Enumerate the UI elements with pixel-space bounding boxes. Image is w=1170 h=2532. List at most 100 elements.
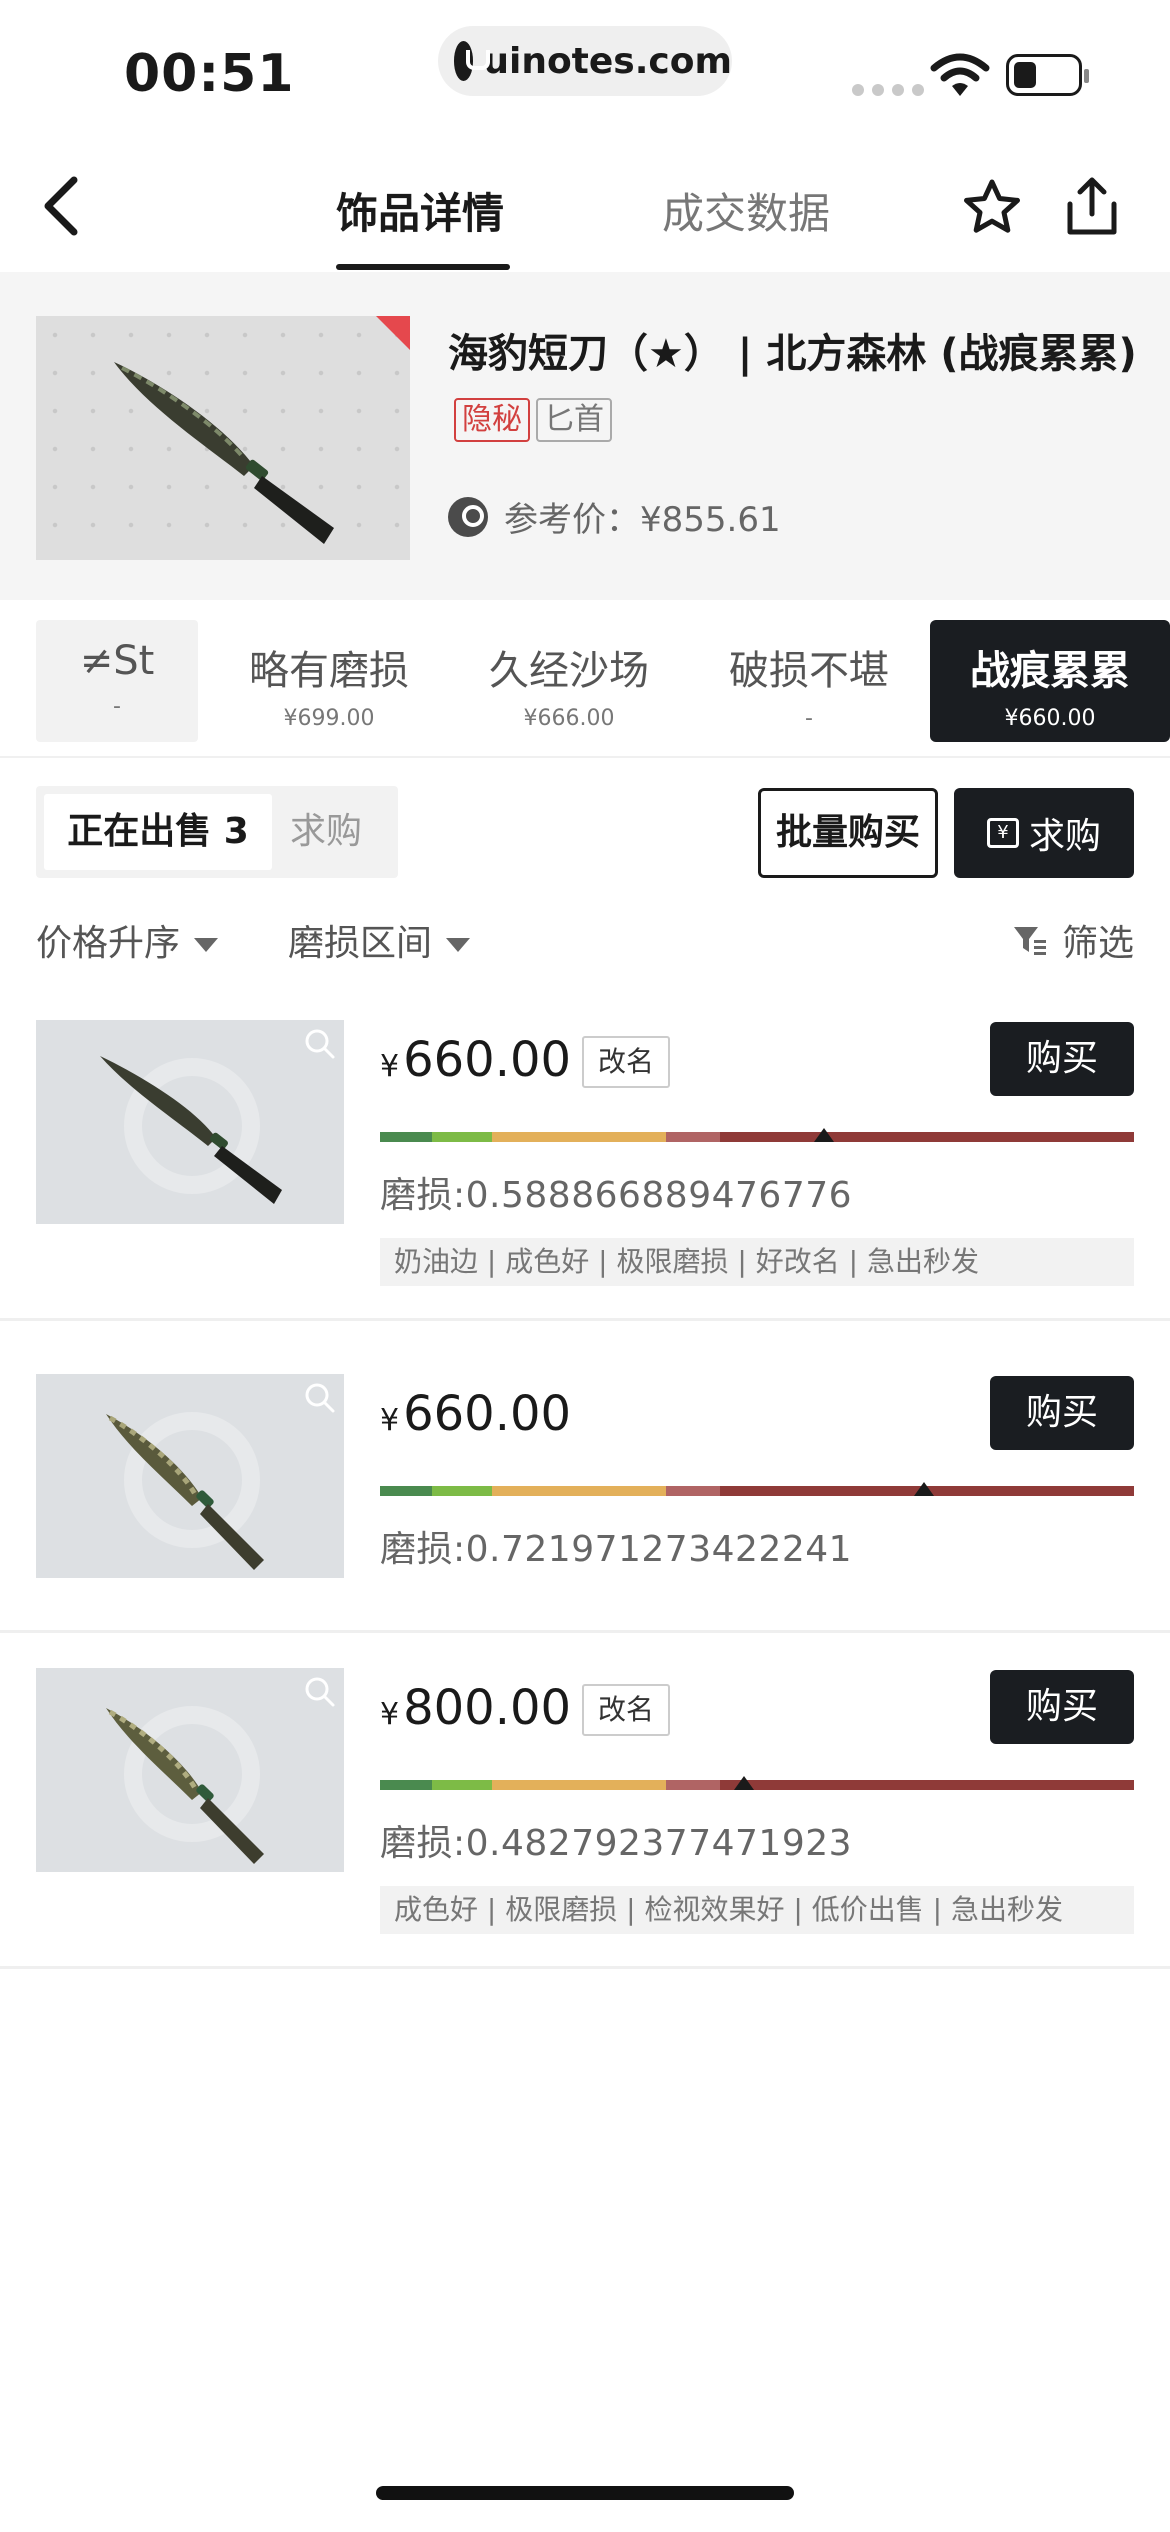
listing-price: ¥800.00 (380, 1680, 571, 1736)
listing-price: ¥660.00 (380, 1032, 571, 1088)
wear-tab-name: 破损不堪 (729, 648, 889, 694)
wear-marker (914, 1482, 935, 1496)
wear-tabs: ≠St - 略有磨损 ¥699.00 久经沙场 ¥666.00 破损不堪 - 战… (0, 616, 1170, 744)
wear-marker (734, 1776, 755, 1790)
top-nav: 饰品详情 成交数据 (0, 140, 1170, 272)
item-header: 海豹短刀（★） | 北方森林 (战痕累累) 隐秘 匕首 参考价：¥855.61 (0, 272, 1170, 600)
status-time: 00:51 (124, 44, 295, 104)
divider (0, 756, 1170, 758)
wear-tab-field-tested[interactable]: 久经沙场 ¥666.00 (468, 620, 670, 742)
favorite-star-icon[interactable] (962, 178, 1022, 238)
wear-bar (380, 1780, 1134, 1790)
divider (0, 1630, 1170, 1633)
reference-price: 参考价：¥855.61 (448, 492, 781, 541)
wear-bar (380, 1486, 1134, 1496)
wear-value: 磨损:0.482792377471923 (380, 1823, 853, 1864)
filter-label: 筛选 (1061, 923, 1134, 964)
knife-image (106, 1414, 264, 1570)
wear-value: 磨损:0.588866889476776 (380, 1175, 853, 1216)
divider (0, 1966, 1170, 1969)
listing-type-toggle: 正在出售 3 求购 (36, 786, 398, 878)
wear-tab-stattrak[interactable]: ≠St - (36, 620, 198, 742)
listing-price-value: 660.00 (403, 1032, 572, 1088)
sort-dropdown[interactable]: 价格升序 (36, 914, 219, 966)
filter-bar: 价格升序 磨损区间 筛选 (36, 914, 1134, 974)
caret-down-icon (194, 938, 219, 952)
magnifier-icon[interactable] (304, 1028, 336, 1060)
wear-tab-price: ¥666.00 (523, 706, 615, 731)
seek-buy-label: 求购 (1028, 816, 1101, 857)
signal-icon (852, 84, 924, 96)
wear-tab-well-worn[interactable]: 破损不堪 - (708, 620, 910, 742)
url-pill[interactable]: uinotes.com (438, 26, 732, 96)
wear-tab-minimal-wear[interactable]: 略有磨损 ¥699.00 (228, 620, 430, 742)
wear-tab-price: - (805, 706, 813, 731)
listing-item[interactable]: ¥660.00 购买 磨损:0.721971273422241 (0, 1374, 1170, 1614)
wanted-tab[interactable]: 求购 (290, 794, 362, 870)
site-logo-icon (454, 41, 491, 81)
knife-image (114, 362, 334, 544)
buy-button[interactable]: 购买 (990, 1376, 1134, 1450)
tab-item-detail[interactable]: 饰品详情 (336, 180, 504, 241)
home-indicator (376, 2486, 794, 2500)
status-bar: 00:51 uinotes.com (0, 0, 1170, 140)
magnifier-icon[interactable] (304, 1676, 336, 1708)
share-icon[interactable] (1062, 174, 1122, 238)
listing-price-value: 800.00 (403, 1680, 572, 1736)
wear-tab-name: 久经沙场 (489, 648, 649, 694)
listing-item[interactable]: ¥800.00 改名 购买 磨损:0.482792377471923 成色好 |… (0, 1668, 1170, 1968)
rarity-badge: 隐秘 (454, 398, 530, 442)
type-badge: 匕首 (536, 398, 612, 442)
wear-tab-name: ≠St (79, 638, 155, 684)
on-sale-tab[interactable]: 正在出售 3 (44, 794, 272, 870)
rename-badge: 改名 (582, 1684, 670, 1736)
currency-symbol: ¥ (380, 1697, 400, 1732)
wear-tab-name: 略有磨损 (249, 648, 409, 694)
wear-tab-name: 战痕累累 (970, 648, 1130, 694)
item-title: 海豹短刀（★） | 北方森林 (战痕累累) 隐秘 匕首 (448, 322, 1138, 450)
steam-icon (448, 496, 488, 537)
currency-symbol: ¥ (380, 1403, 400, 1438)
currency-symbol: ¥ (380, 1049, 400, 1084)
buy-button[interactable]: 购买 (990, 1022, 1134, 1096)
rarity-corner (376, 316, 410, 350)
filter-button[interactable]: 筛选 (1012, 914, 1134, 966)
yen-chat-icon: ¥ (986, 818, 1019, 848)
filter-icon (1013, 927, 1046, 955)
listing-tags: 奶油边 | 成色好 | 极限磨损 | 好改名 | 急出秒发 (380, 1238, 1134, 1286)
listing-thumbnail[interactable] (36, 1374, 344, 1578)
wear-value: 磨损:0.721971273422241 (380, 1529, 853, 1570)
wear-marker (814, 1128, 834, 1142)
url-text: uinotes.com (483, 40, 732, 82)
rename-badge: 改名 (582, 1036, 670, 1088)
knife-image (100, 1056, 282, 1204)
tab-trade-data[interactable]: 成交数据 (662, 180, 830, 241)
buy-button[interactable]: 购买 (990, 1670, 1134, 1744)
back-icon[interactable] (34, 166, 104, 246)
wear-bar (380, 1132, 1134, 1142)
listing-price: ¥660.00 (380, 1386, 571, 1442)
listing-tags: 成色好 | 极限磨损 | 检视效果好 | 低价出售 | 急出秒发 (380, 1886, 1134, 1934)
wifi-icon (930, 53, 990, 96)
wear-tab-price: ¥660.00 (1004, 706, 1096, 731)
item-image[interactable] (36, 316, 410, 560)
active-tab-indicator (336, 264, 510, 270)
listing-thumbnail[interactable] (36, 1668, 344, 1872)
wear-range-label: 磨损区间 (288, 923, 433, 964)
sort-label: 价格升序 (36, 923, 181, 964)
wear-range-dropdown[interactable]: 磨损区间 (288, 914, 471, 966)
wear-tab-price: - (113, 694, 121, 719)
wear-tab-price: ¥699.00 (283, 706, 375, 731)
caret-down-icon (446, 938, 471, 952)
divider (0, 1318, 1170, 1321)
listing-price-value: 660.00 (403, 1386, 572, 1442)
battery-icon (1006, 54, 1089, 96)
batch-buy-button[interactable]: 批量购买 (758, 788, 938, 878)
seek-buy-button[interactable]: ¥ 求购 (954, 788, 1134, 878)
knife-image (106, 1708, 264, 1864)
listing-thumbnail[interactable] (36, 1020, 344, 1224)
listing-item[interactable]: ¥660.00 改名 购买 磨损:0.588866889476776 奶油边 |… (0, 1020, 1170, 1320)
magnifier-icon[interactable] (304, 1382, 336, 1414)
reference-price-text: 参考价：¥855.61 (504, 500, 781, 540)
wear-tab-battle-scarred[interactable]: 战痕累累 ¥660.00 (930, 620, 1170, 742)
